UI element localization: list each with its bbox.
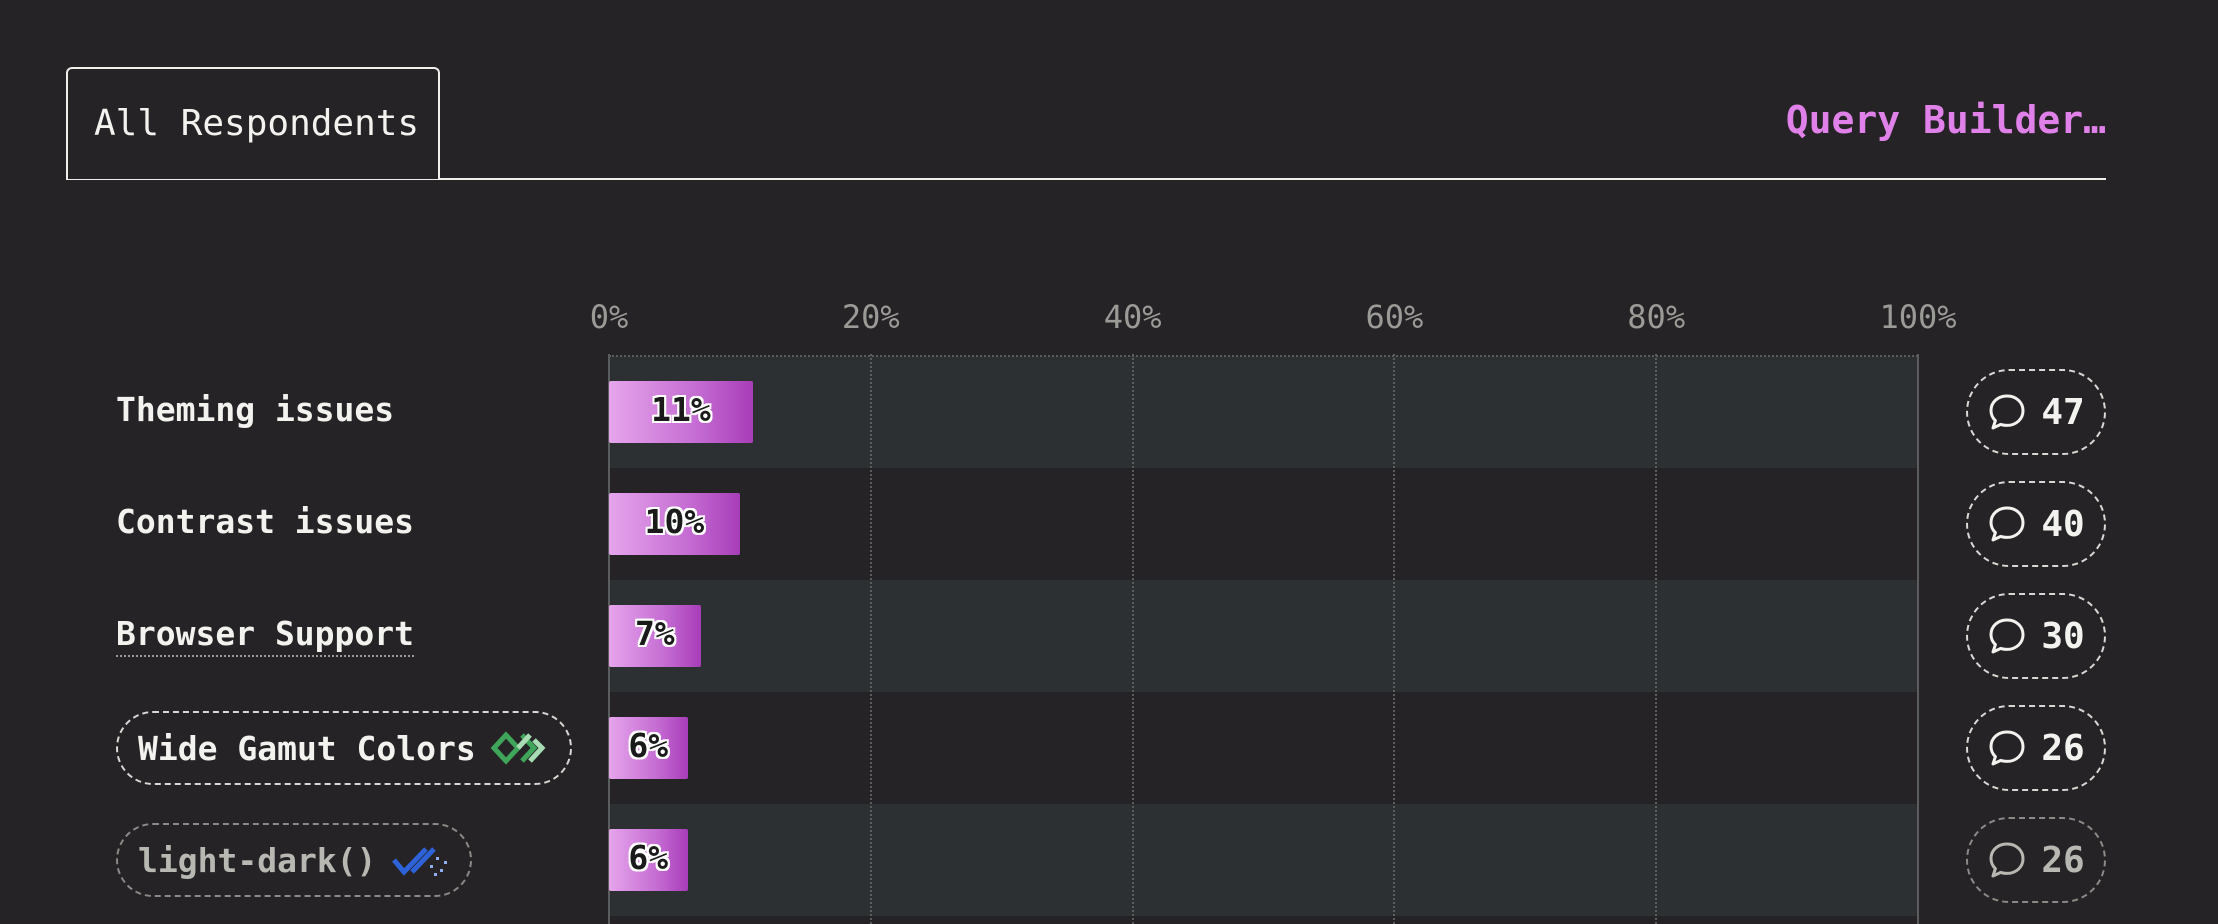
tab-all-respondents[interactable]: All Respondents: [66, 67, 440, 179]
row-background: [609, 692, 1918, 804]
bar-value-label: 6%: [628, 726, 669, 765]
row-background: [609, 804, 1918, 916]
row-background: [609, 468, 1918, 580]
gridline: [1131, 354, 1134, 924]
tab-label: All Respondents: [94, 103, 420, 144]
comment-count: 40: [2041, 503, 2085, 545]
comment-count: 47: [2041, 391, 2085, 433]
baseline-widely-available-icon: [490, 731, 550, 765]
gridline: [1655, 354, 1658, 924]
speech-bubble-icon: [1987, 840, 2027, 880]
x-tick-label: 100%: [1879, 298, 1957, 336]
bar-value-label: 11%: [651, 390, 711, 429]
feature-pill[interactable]: light-dark(): [116, 823, 473, 897]
comment-count: 30: [2041, 615, 2085, 657]
x-tick-label: 20%: [841, 298, 900, 336]
category-label: Wide Gamut Colors: [138, 728, 476, 768]
bar-value-label: 10%: [644, 502, 705, 541]
x-tick-label: 80%: [1627, 298, 1686, 336]
feature-pill[interactable]: Wide Gamut Colors: [116, 711, 572, 785]
category-label: Theming issues: [116, 390, 395, 429]
comments-button[interactable]: 47: [1966, 369, 2106, 455]
speech-bubble-icon: [1987, 392, 2027, 432]
speech-bubble-icon: [1987, 504, 2027, 544]
category-label: Contrast issues: [116, 502, 415, 541]
row-background: [609, 580, 1918, 692]
gridline: [1393, 354, 1396, 924]
gridline: [869, 354, 872, 924]
category-label: light-dark(): [138, 840, 377, 880]
comments-button[interactable]: 26: [1966, 705, 2106, 791]
speech-bubble-icon: [1987, 616, 2027, 656]
speech-bubble-icon: [1987, 728, 2027, 768]
bar-value-label: 6%: [628, 838, 669, 877]
comment-count: 26: [2041, 727, 2085, 769]
bar-value-label: 7%: [634, 614, 675, 653]
gridline: [1917, 354, 1919, 924]
x-tick-label: 40%: [1103, 298, 1162, 336]
grid-top-line: [609, 355, 1918, 357]
row-background: [609, 356, 1918, 468]
category-label[interactable]: Browser Support: [116, 614, 415, 657]
comments-button[interactable]: 40: [1966, 481, 2106, 567]
comments-button[interactable]: 26: [1966, 817, 2106, 903]
comment-count: 26: [2041, 839, 2085, 881]
x-tick-label: 0%: [589, 298, 629, 336]
comments-button[interactable]: 30: [1966, 593, 2106, 679]
query-builder-link[interactable]: Query Builder…: [1786, 98, 2106, 142]
baseline-newly-available-icon: [390, 843, 450, 877]
x-tick-label: 60%: [1365, 298, 1424, 336]
